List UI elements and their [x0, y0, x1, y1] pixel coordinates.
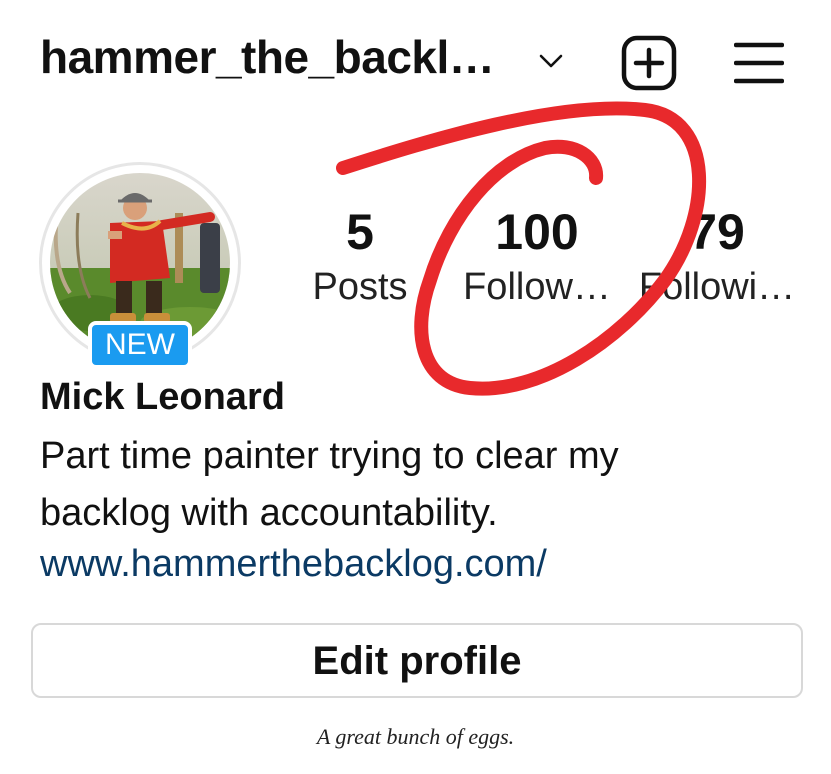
followers-label: Follow…: [463, 266, 611, 308]
stat-posts[interactable]: 5 Posts: [300, 202, 420, 312]
menu-icon[interactable]: [734, 40, 784, 86]
posts-count: 5: [346, 204, 374, 260]
following-label: Followi…: [638, 266, 796, 308]
followers-count: 100: [495, 204, 579, 260]
posts-label: Posts: [312, 266, 408, 308]
chevron-down-icon[interactable]: [537, 51, 565, 71]
profile-link[interactable]: www.hammerthebacklog.com/: [40, 543, 547, 586]
profile-bio: Part time painter trying to clear my bac…: [40, 435, 619, 534]
image-caption: A great bunch of eggs.: [316, 724, 515, 749]
profile-name: Mick Leonard: [40, 376, 285, 418]
stat-following[interactable]: 79 Followi…: [632, 202, 802, 312]
stat-followers[interactable]: 100 Follow…: [452, 202, 622, 312]
username-title[interactable]: hammer_the_backl…: [40, 30, 495, 84]
add-post-icon[interactable]: [621, 35, 677, 91]
profile-header: hammer_the_backl…: [0, 0, 831, 120]
new-badge: NEW: [88, 321, 192, 369]
following-count: 79: [689, 204, 745, 260]
edit-profile-button[interactable]: Edit profile: [31, 623, 803, 698]
